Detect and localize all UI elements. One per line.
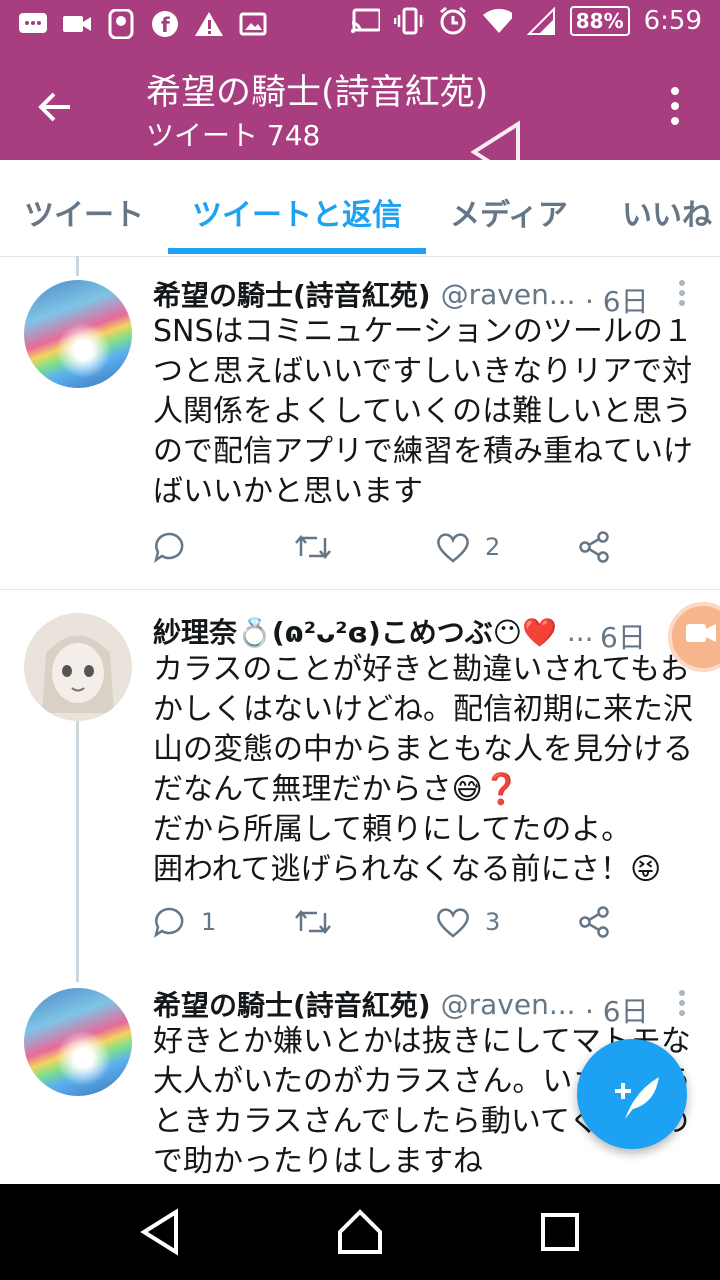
tweet-line: SNSはコミニュケーションのツールの１ xyxy=(153,314,693,349)
tweet-line: 人関係をよくしていくのは難しいと思う xyxy=(153,394,693,429)
clock: 6:59 xyxy=(643,6,702,36)
reply-button[interactable]: 1 xyxy=(153,905,216,939)
compose-tweet-button[interactable] xyxy=(577,1039,687,1149)
heart-icon xyxy=(437,533,469,563)
app-icon xyxy=(106,9,136,39)
like-count: 3 xyxy=(485,908,501,936)
author-handle: ... xyxy=(566,614,594,648)
tweet-line: 囲われて逃げられなくなる前にさ！😝 xyxy=(153,852,662,887)
tweet-header: 紗理奈💍(ɷ²ᴗ²ɞ)こめつぶ😶❤️ ... xyxy=(153,611,594,651)
share-button[interactable] xyxy=(577,530,611,564)
status-bar: f 88% 6:59 xyxy=(0,0,720,50)
share-button[interactable] xyxy=(577,905,611,939)
tweet-line: かしくはないけどね。配信初期に来た沢 xyxy=(153,692,693,727)
share-icon xyxy=(579,531,609,563)
avatar[interactable] xyxy=(24,280,132,388)
tweet-text: SNSはコミニュケーションのツールの１ つと思えばいいですしいきなりリアで対 人… xyxy=(153,312,698,512)
nav-home-icon[interactable] xyxy=(334,1206,386,1258)
alarm-icon xyxy=(438,6,468,36)
image-icon xyxy=(238,9,268,39)
facebook-icon: f xyxy=(150,9,180,39)
tweet-divider xyxy=(0,589,720,590)
thread-line xyxy=(76,720,79,982)
nav-back-icon[interactable] xyxy=(134,1206,186,1258)
thread-line xyxy=(76,256,79,276)
author-handle: @raven... xyxy=(440,277,576,311)
tweet-actions: 1 3 xyxy=(153,905,693,945)
tweet-line: 山の変態の中からまともな人を見分ける xyxy=(153,732,693,767)
warning-icon xyxy=(194,9,224,39)
profile-tabs: ツイート ツイートと返信 メディア いいね xyxy=(0,160,720,257)
tweet-line: だなんて無理だからさ😅❓ xyxy=(153,772,521,807)
signal-icon xyxy=(526,6,556,36)
tweet-header: 希望の騎士(詩音紅苑) @raven... xyxy=(153,274,576,314)
svg-text:f: f xyxy=(161,13,170,37)
active-tab-indicator xyxy=(168,248,426,254)
author-name[interactable]: 希望の騎士(詩音紅苑) xyxy=(153,984,431,1024)
tweet-line: ので配信アプリで練習を積み重ねていけ xyxy=(153,434,693,469)
heart-icon xyxy=(437,908,469,938)
retweet-icon xyxy=(295,910,331,934)
tab-tweets[interactable]: ツイート xyxy=(24,190,144,234)
cast-icon xyxy=(350,6,380,36)
profile-name: 希望の騎士(詩音紅苑) xyxy=(146,73,489,113)
avatar-sketch-icon xyxy=(42,635,114,713)
tweet-line: だから所属して頼りにしてたのよ。 xyxy=(153,812,632,847)
tweet-line: カラスのことが好きと勘違いされてもお xyxy=(153,652,690,687)
reply-count: 1 xyxy=(201,908,217,936)
like-button[interactable]: 3 xyxy=(435,905,500,939)
app-bar: 希望の騎士(詩音紅苑) ツイート 748 xyxy=(0,50,720,160)
tweet-line: ばいいかと思います xyxy=(153,474,423,509)
tab-likes[interactable]: いいね xyxy=(622,190,712,234)
share-icon xyxy=(579,906,609,938)
tab-tweets-and-replies[interactable]: ツイートと返信 xyxy=(192,190,402,234)
tweet-count: ツイート 748 xyxy=(146,119,321,152)
tweet-actions: 2 xyxy=(153,530,693,570)
nav-recents-icon[interactable] xyxy=(534,1206,586,1258)
tweet-text: カラスのことが好きと勘違いされてもお かしくはないけどね。配信初期に来た沢 山の… xyxy=(153,650,698,890)
author-name[interactable]: 希望の騎士(詩音紅苑) xyxy=(153,274,431,314)
author-name[interactable]: 紗理奈💍(ɷ²ᴗ²ɞ)こめつぶ😶❤️ xyxy=(153,611,557,651)
reply-icon xyxy=(154,907,184,938)
avatar[interactable] xyxy=(24,988,132,1096)
like-button[interactable]: 2 xyxy=(435,530,500,564)
tweet-header: 希望の騎士(詩音紅苑) @raven... xyxy=(153,984,576,1024)
retweet-button[interactable] xyxy=(293,905,333,939)
system-nav-bar xyxy=(0,1184,720,1280)
reply-button[interactable] xyxy=(153,530,201,564)
sms-icon xyxy=(18,9,48,39)
video-icon xyxy=(62,9,92,39)
wifi-icon xyxy=(482,6,512,36)
video-camera-icon xyxy=(686,624,716,642)
avatar[interactable] xyxy=(24,613,132,721)
battery-indicator: 88% xyxy=(569,6,630,36)
like-count: 2 xyxy=(485,533,501,561)
more-options-icon[interactable] xyxy=(668,84,682,128)
compose-feather-icon xyxy=(615,1077,659,1119)
retweet-button[interactable] xyxy=(293,530,333,564)
tweet-menu-icon[interactable] xyxy=(678,279,686,309)
back-arrow-icon[interactable] xyxy=(30,82,80,132)
tab-media[interactable]: メディア xyxy=(450,190,568,234)
vibrate-icon xyxy=(393,6,424,36)
author-handle: @raven... xyxy=(440,987,576,1021)
reply-icon xyxy=(154,532,184,563)
tweet-line: つと思えばいいですしいきなりリアで対 xyxy=(153,354,693,389)
retweet-icon xyxy=(295,535,331,559)
tweet-menu-icon[interactable] xyxy=(678,989,686,1019)
